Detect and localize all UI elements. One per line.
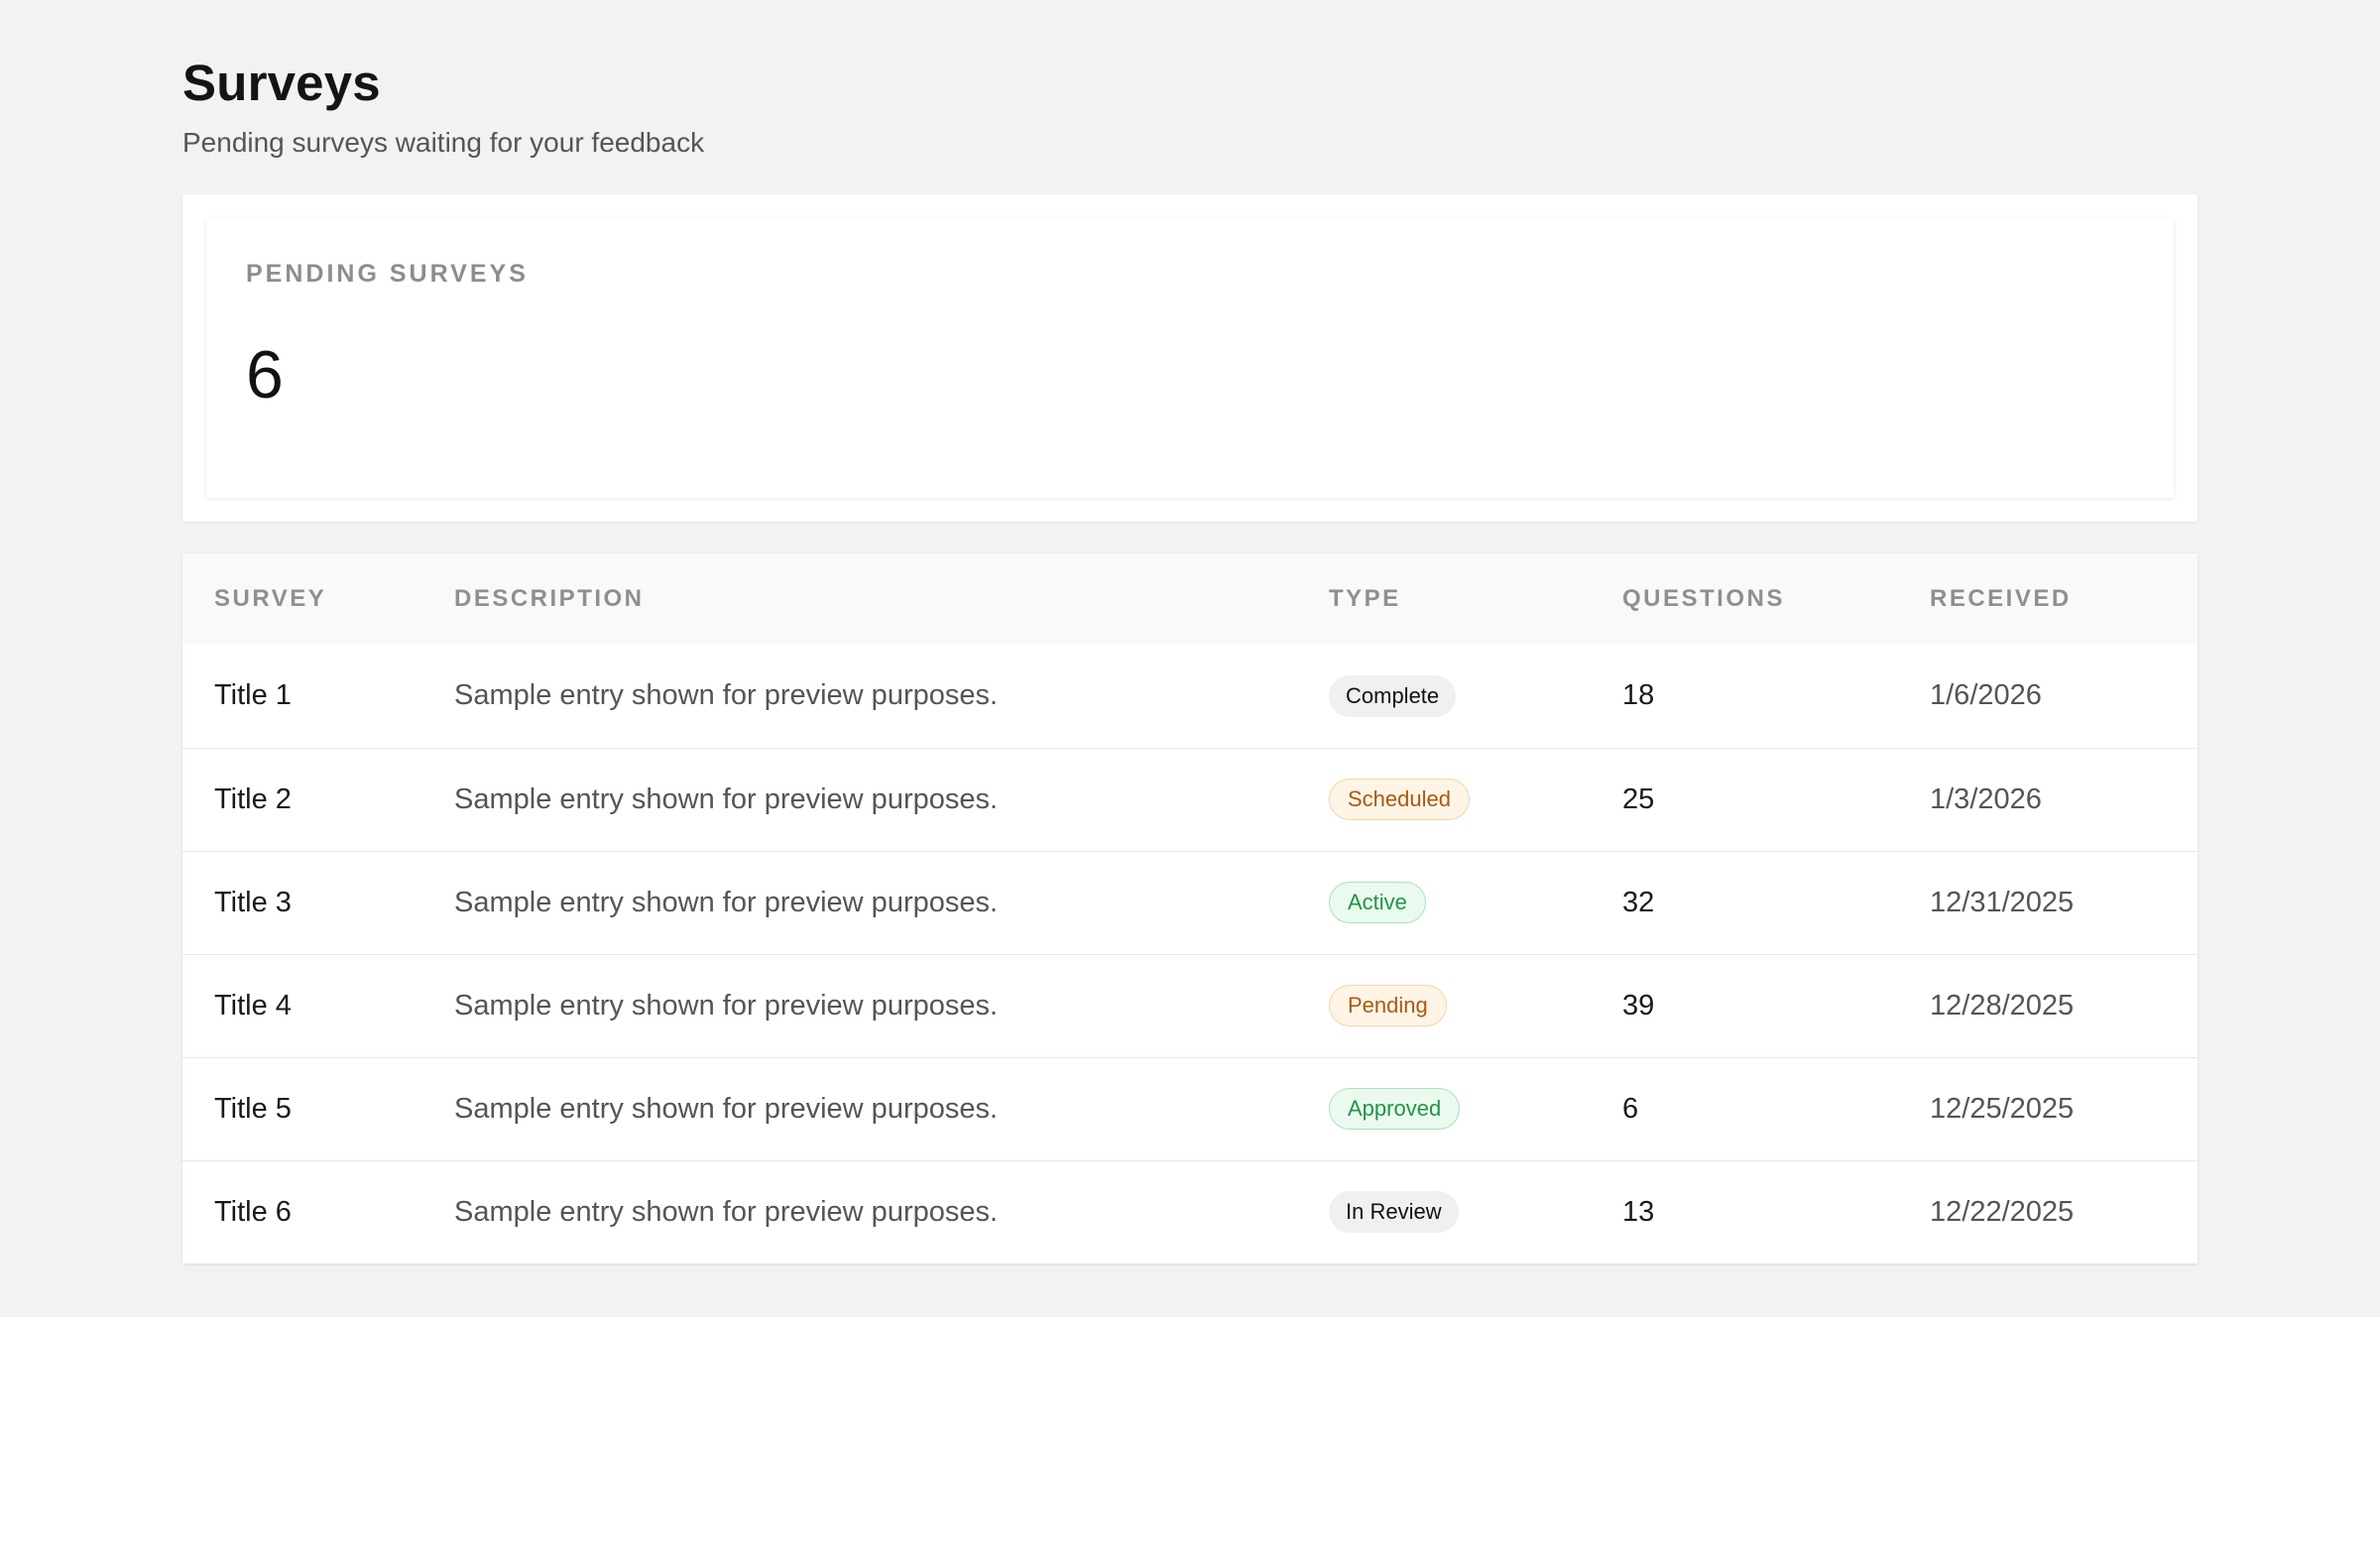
table-row[interactable]: Title 3 Sample entry shown for preview p… — [182, 851, 2198, 954]
survey-questions: 13 — [1622, 1195, 1655, 1228]
survey-type-cell: Scheduled — [1297, 748, 1591, 851]
survey-title: Title 1 — [214, 679, 292, 712]
survey-questions: 18 — [1622, 679, 1655, 712]
table-row[interactable]: Title 6 Sample entry shown for preview p… — [182, 1160, 2198, 1263]
survey-title: Title 2 — [214, 782, 292, 815]
page-title: Surveys — [182, 55, 381, 111]
survey-type-cell: Active — [1297, 851, 1591, 954]
survey-type-cell: Complete — [1297, 645, 1591, 748]
column-header-survey: SURVEY — [214, 585, 327, 612]
survey-type-cell: Approved — [1297, 1057, 1591, 1160]
survey-title: Title 6 — [214, 1195, 292, 1228]
survey-description: Sample entry shown for preview purposes. — [454, 886, 999, 918]
survey-title: Title 5 — [214, 1092, 292, 1125]
survey-description: Sample entry shown for preview purposes. — [454, 1195, 999, 1228]
status-badge: Complete — [1329, 674, 1457, 717]
pending-surveys-count: 6 — [246, 337, 284, 413]
survey-received: 12/25/2025 — [1930, 1092, 2075, 1125]
column-header-questions: QUESTIONS — [1622, 585, 1785, 612]
survey-received: 12/28/2025 — [1930, 989, 2075, 1022]
survey-description: Sample entry shown for preview purposes. — [454, 1092, 999, 1125]
survey-questions: 25 — [1622, 782, 1655, 815]
table-row[interactable]: Title 5 Sample entry shown for preview p… — [182, 1057, 2198, 1160]
table-row[interactable]: Title 4 Sample entry shown for preview p… — [182, 954, 2198, 1057]
pending-surveys-label: PENDING SURVEYS — [246, 260, 529, 288]
survey-received: 12/31/2025 — [1930, 886, 2075, 918]
column-header-description: DESCRIPTION — [454, 585, 645, 612]
survey-questions: 39 — [1622, 989, 1655, 1022]
survey-questions: 32 — [1622, 886, 1655, 918]
status-badge: Scheduled — [1329, 779, 1470, 820]
status-badge: In Review — [1329, 1191, 1459, 1234]
surveys-page: Surveys Pending surveys waiting for your… — [0, 0, 2380, 1317]
summary-section: PENDING SURVEYS 6 — [182, 194, 2198, 522]
status-badge: Active — [1329, 882, 1426, 923]
survey-questions: 6 — [1622, 1092, 1639, 1125]
surveys-table-container: SURVEY DESCRIPTION TYPE QUESTIONS RECEIV… — [182, 553, 2198, 1263]
table-row[interactable]: Title 2 Sample entry shown for preview p… — [182, 748, 2198, 851]
survey-description: Sample entry shown for preview purposes. — [454, 989, 999, 1022]
survey-received: 12/22/2025 — [1930, 1195, 2075, 1228]
survey-description: Sample entry shown for preview purposes. — [454, 679, 999, 712]
table-header: SURVEY DESCRIPTION TYPE QUESTIONS RECEIV… — [182, 553, 2198, 645]
table-body: Title 1 Sample entry shown for preview p… — [182, 645, 2198, 1263]
survey-received: 1/3/2026 — [1930, 782, 2042, 815]
survey-description: Sample entry shown for preview purposes. — [454, 782, 999, 815]
table-header-row: SURVEY DESCRIPTION TYPE QUESTIONS RECEIV… — [182, 553, 2198, 645]
survey-received: 1/6/2026 — [1930, 679, 2042, 712]
survey-type-cell: In Review — [1297, 1160, 1591, 1263]
status-badge: Approved — [1329, 1088, 1461, 1130]
table-row[interactable]: Title 1 Sample entry shown for preview p… — [182, 645, 2198, 748]
survey-title: Title 4 — [214, 989, 292, 1022]
survey-title: Title 3 — [214, 886, 292, 918]
column-header-received: RECEIVED — [1930, 585, 2072, 612]
status-badge: Pending — [1329, 985, 1447, 1026]
column-header-type: TYPE — [1329, 585, 1401, 612]
pending-surveys-card: PENDING SURVEYS 6 — [206, 218, 2174, 498]
survey-type-cell: Pending — [1297, 954, 1591, 1057]
surveys-table: SURVEY DESCRIPTION TYPE QUESTIONS RECEIV… — [182, 553, 2198, 1263]
page-subtitle: Pending surveys waiting for your feedbac… — [182, 127, 705, 158]
